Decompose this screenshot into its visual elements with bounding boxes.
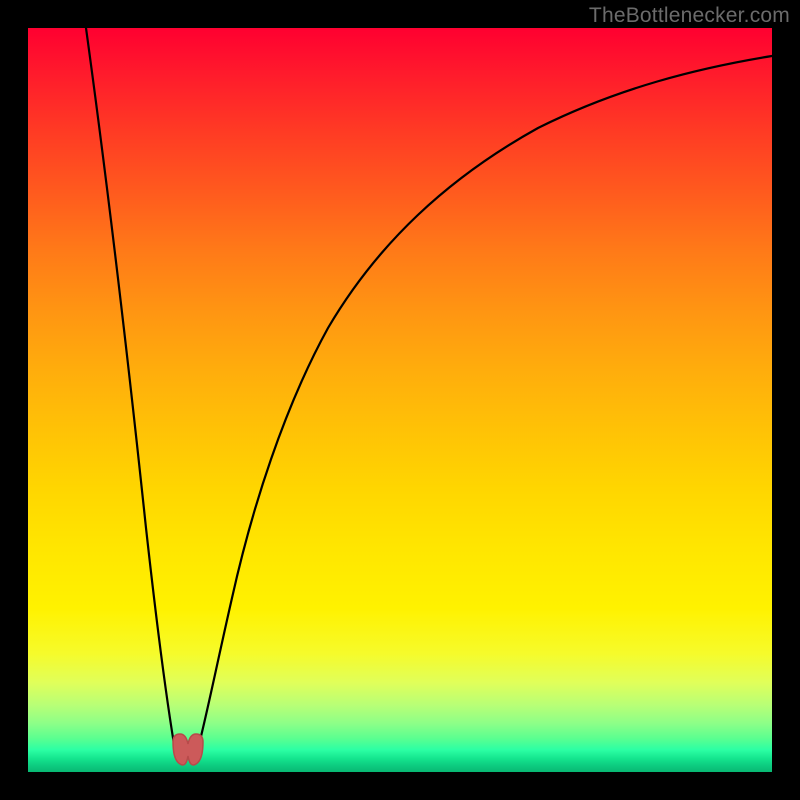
- chart-frame: TheBottlenecker.com: [0, 0, 800, 800]
- chart-svg: [28, 28, 772, 772]
- curve-left-branch: [86, 28, 176, 756]
- minimum-marker: [173, 734, 203, 765]
- curve-right-branch: [196, 56, 772, 756]
- watermark-text: TheBottlenecker.com: [589, 4, 790, 28]
- plot-area: [28, 28, 772, 772]
